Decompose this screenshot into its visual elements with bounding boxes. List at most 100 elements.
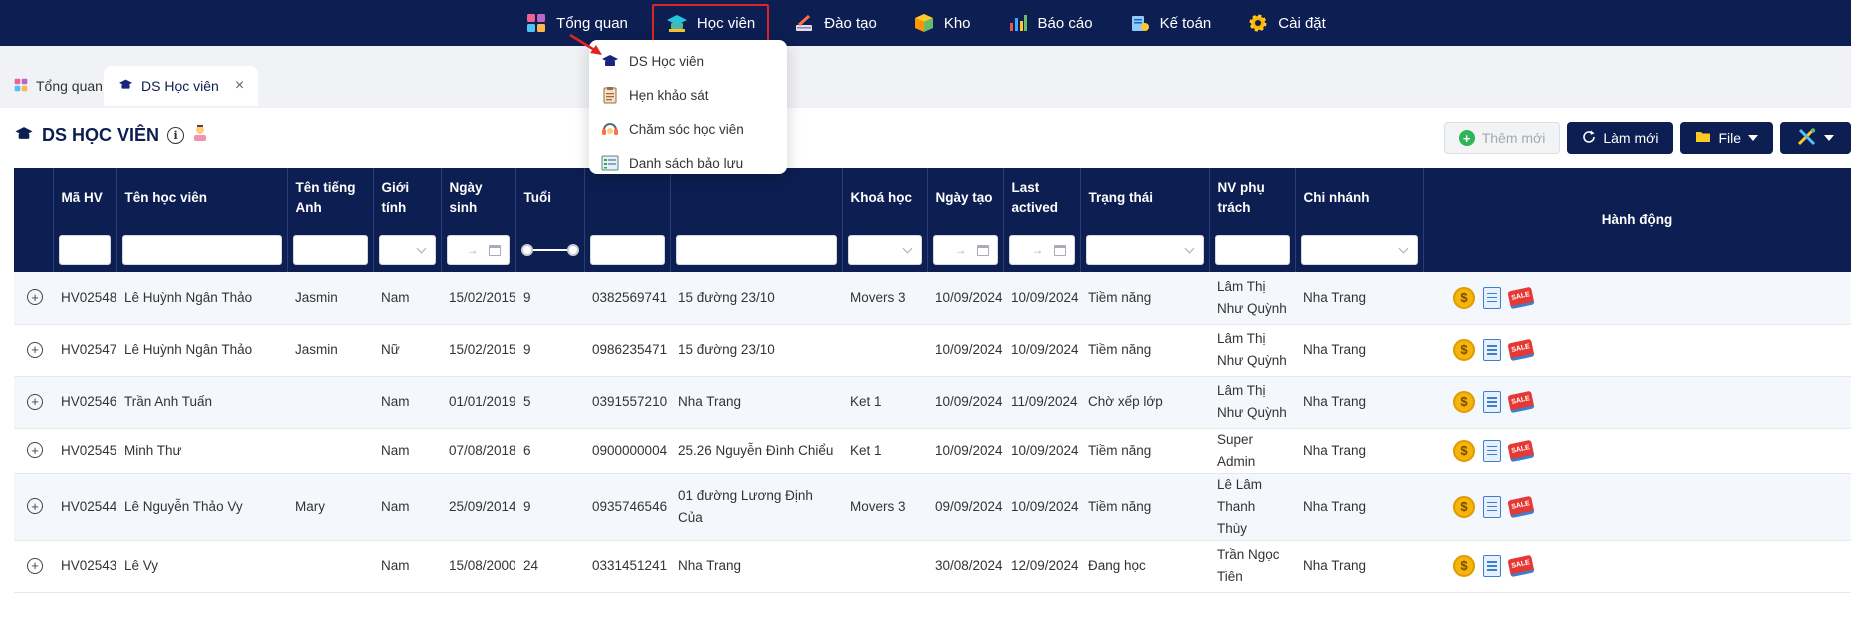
filter-input[interactable]	[1214, 235, 1290, 265]
column-header[interactable]: Last actived	[1003, 168, 1081, 228]
filter-chi-nhanh	[1295, 228, 1424, 272]
nav-hoc-vien[interactable]: Học viên	[651, 4, 770, 42]
expand-row-icon[interactable]: +	[27, 498, 43, 514]
column-header[interactable]: NV phụ trách	[1209, 168, 1296, 228]
sale-tag-icon[interactable]: SALE	[1507, 338, 1535, 362]
column-header[interactable]: Ngày tạo	[927, 168, 1004, 228]
document-icon[interactable]	[1483, 339, 1501, 361]
menu-item-cham-soc-hoc-vien[interactable]: Chăm sóc học viên	[589, 112, 787, 146]
column-header[interactable]: Tuổi	[515, 168, 585, 228]
table-cell: Nha Trang	[1295, 324, 1423, 377]
tab-ds-hoc-vien[interactable]: DS Học viên ×	[104, 66, 259, 106]
table-row[interactable]: + HV02544 Lê Nguyễn Thảo Vy Mary Nam 25/09/20…	[14, 473, 1851, 541]
expand-row-icon[interactable]: +	[27, 393, 43, 410]
expand-row-icon[interactable]: +	[27, 557, 43, 574]
slider-track	[526, 249, 573, 251]
table-row[interactable]: + HV02546 Trần Anh Tuấn Nam 01/01/2019 5 03915…	[14, 376, 1851, 429]
age-range-slider[interactable]	[520, 235, 579, 265]
student-avatar-icon[interactable]	[192, 124, 208, 147]
headset-icon	[601, 120, 619, 138]
filter-select[interactable]	[1085, 235, 1204, 265]
table-row[interactable]: + HV02543 Lê Vy Nam 15/08/2000 24 0331451241 Nh…	[14, 540, 1851, 593]
document-icon[interactable]	[1483, 439, 1501, 462]
document-icon[interactable]	[1483, 555, 1501, 577]
table-cell: 0391557210	[584, 376, 670, 429]
table-cell: 15 đường 23/10	[670, 272, 842, 325]
column-header[interactable]: Mã HV	[53, 168, 117, 228]
table-cell: 0986235471	[584, 324, 670, 377]
sale-tag-icon[interactable]: SALE	[1507, 390, 1535, 414]
arrow-right-icon: →	[954, 243, 967, 257]
column-header[interactable]: Ngày sinh	[441, 168, 516, 228]
document-icon[interactable]	[1483, 495, 1501, 518]
table-cell: 10/09/2024	[1003, 272, 1080, 325]
filter-select[interactable]	[1300, 235, 1418, 265]
payment-coin-icon[interactable]: $	[1453, 286, 1475, 309]
filter-input[interactable]	[121, 235, 282, 265]
payment-coin-icon[interactable]: $	[1453, 439, 1475, 462]
filter-khoa-hoc	[842, 228, 928, 272]
plus-icon: +	[1458, 130, 1475, 146]
expand-row-icon[interactable]: +	[27, 289, 43, 306]
column-header[interactable]: Chi nhánh	[1295, 168, 1424, 228]
nav-cai-dat[interactable]: Cài đặt	[1235, 4, 1338, 42]
table-cell: Lê Lâm Thanh Thùy	[1209, 473, 1295, 541]
filter-input[interactable]	[589, 235, 665, 265]
tab-tong-quan[interactable]: Tổng quan	[0, 66, 117, 106]
slider-handle-min[interactable]	[520, 244, 533, 256]
table-cell: Lâm Thị Như Quỳnh	[1209, 324, 1295, 377]
actions-cell: $ SALE	[1423, 540, 1851, 593]
column-header[interactable]: Tên tiếng Anh	[287, 168, 374, 228]
expand-row-icon[interactable]: +	[27, 341, 43, 358]
filter-date-range[interactable]: →	[932, 235, 998, 265]
table-cell: 6	[515, 428, 584, 474]
sale-tag-icon[interactable]: SALE	[1507, 286, 1535, 310]
column-header[interactable]: Giới tính	[373, 168, 442, 228]
filter-input[interactable]	[675, 235, 837, 265]
payment-coin-icon[interactable]: $	[1453, 391, 1475, 413]
column-header[interactable]: Khoá học	[842, 168, 928, 228]
document-icon[interactable]	[1483, 286, 1501, 309]
payment-coin-icon[interactable]: $	[1453, 495, 1475, 518]
filter-select[interactable]	[847, 235, 922, 265]
sale-tag-icon[interactable]: SALE	[1507, 439, 1535, 462]
toolbar: + Thêm mới Làm mới File	[1443, 122, 1851, 154]
payment-coin-icon[interactable]: $	[1453, 555, 1475, 577]
nav-bao-cao[interactable]: Báo cáo	[995, 4, 1105, 42]
nav-ke-toan[interactable]: Kế toán	[1117, 4, 1224, 42]
expand-row-icon[interactable]: +	[27, 442, 43, 458]
sale-tag-icon[interactable]: SALE	[1507, 554, 1535, 578]
tools-menu-button[interactable]	[1780, 122, 1851, 154]
menu-item-ds-hoc-vien[interactable]: DS Học viên	[589, 44, 787, 78]
actions-cell: $ SALE	[1423, 428, 1851, 474]
menu-item-hen-khao-sat[interactable]: Hẹn khảo sát	[589, 78, 787, 112]
payment-coin-icon[interactable]: $	[1453, 339, 1475, 361]
close-icon[interactable]: ×	[235, 77, 244, 95]
slider-handle-max[interactable]	[566, 244, 579, 256]
table-cell: Nam	[373, 473, 441, 541]
file-menu-button[interactable]: File	[1680, 122, 1773, 154]
filter-input[interactable]	[292, 235, 368, 265]
add-new-button[interactable]: + Thêm mới	[1443, 122, 1561, 154]
filter-input[interactable]	[58, 235, 111, 265]
table-row[interactable]: + HV02547 Lê Huỳnh Ngân Thảo Jasmin Nữ 15/02/…	[14, 324, 1851, 377]
table-row[interactable]: + HV02545 Minh Thư Nam 07/08/2018 6 0900000004…	[14, 428, 1851, 474]
file-label: File	[1718, 130, 1741, 146]
table-cell: 9	[515, 272, 584, 325]
column-header[interactable]: Tên học viên	[116, 168, 288, 228]
column-header[interactable]: Trạng thái	[1080, 168, 1210, 228]
filter-date-range[interactable]: →	[446, 235, 510, 265]
table-cell: 10/09/2024	[927, 324, 1003, 377]
filter-select[interactable]	[378, 235, 436, 265]
sale-tag-icon[interactable]: SALE	[1507, 495, 1535, 518]
refresh-button[interactable]: Làm mới	[1567, 122, 1674, 154]
table-cell: 15/08/2000	[441, 540, 515, 593]
nav-kho[interactable]: Kho	[901, 4, 983, 42]
info-icon[interactable]: i	[167, 127, 185, 144]
gear-icon	[1247, 12, 1269, 34]
menu-item-danh-sach-bao-luu[interactable]: Danh sách bảo lưu	[589, 146, 787, 180]
filter-date-range[interactable]: →	[1008, 235, 1075, 265]
document-icon[interactable]	[1483, 391, 1501, 413]
table-row[interactable]: + HV02548 Lê Huỳnh Ngân Thảo Jasmin Nam 15/02…	[14, 272, 1851, 325]
nav-dao-tao[interactable]: Đào tạo	[781, 4, 889, 42]
